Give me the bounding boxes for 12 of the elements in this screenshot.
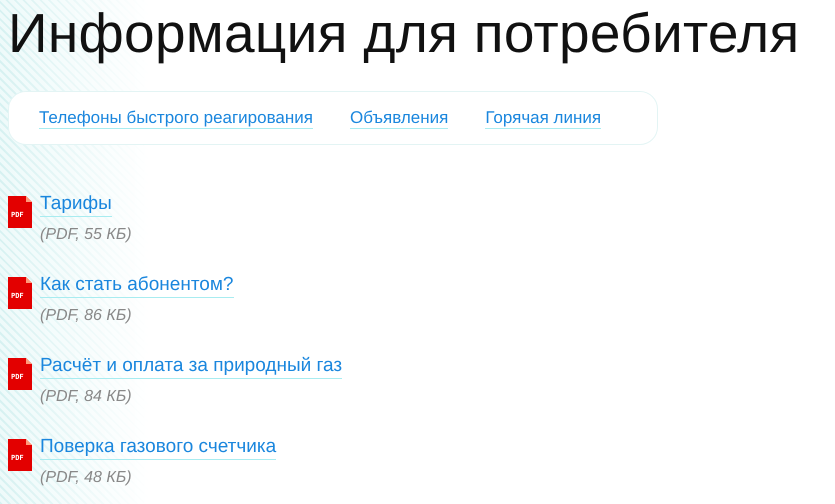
nav-link[interactable]: Горячая линия	[485, 108, 602, 128]
file-info: (PDF, 55 КБ)	[40, 225, 132, 245]
document-link[interactable]: Как стать абонентом?	[40, 273, 234, 298]
page-title: Информация для потребителя	[8, 1, 800, 66]
document-link[interactable]: Тарифы	[40, 192, 112, 217]
file-info: (PDF, 84 КБ)	[40, 387, 133, 407]
file-info: (PDF, 86 КБ)	[40, 306, 133, 326]
document-link[interactable]: Поверка газового счетчика	[40, 435, 276, 460]
nav-link[interactable]: Телефоны быстрого реагирования	[39, 108, 313, 128]
nav-link[interactable]: Объявления	[350, 108, 448, 128]
document-link[interactable]: Расчёт и оплата за природный газ	[40, 354, 342, 379]
file-info: (PDF, 48 КБ)	[40, 468, 133, 488]
